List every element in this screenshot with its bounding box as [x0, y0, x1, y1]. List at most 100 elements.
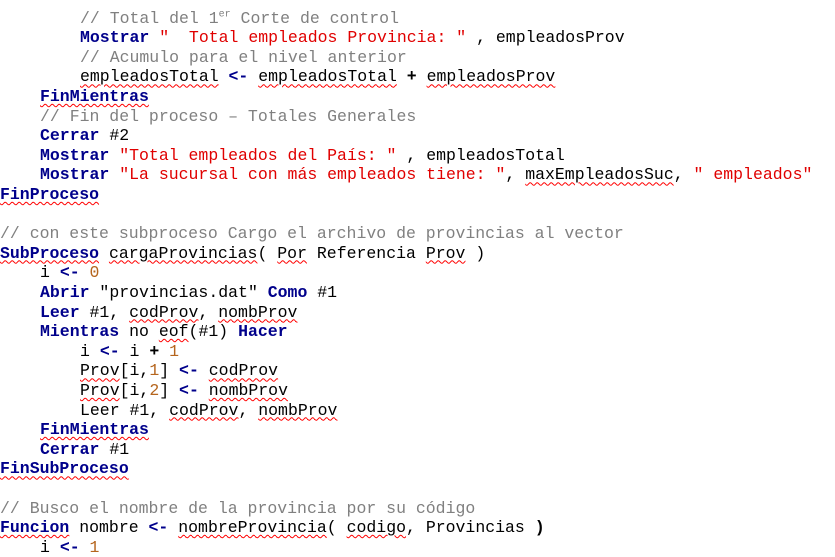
- string-token: "Total empleados del País: ": [109, 145, 397, 165]
- code-token: codProv: [208, 361, 279, 381]
- code-token: +: [149, 341, 160, 361]
- number-token: 1: [169, 341, 180, 361]
- code-line[interactable]: Funcion nombre <- nombreProvincia( codig…: [0, 518, 545, 538]
- code-line[interactable]: // Fin del proceso – Totales Generales: [40, 107, 416, 127]
- code-line[interactable]: Mostrar "La sucursal con más empleados t…: [40, 165, 812, 185]
- keyword-token: Funcion: [0, 518, 70, 538]
- code-token: #1: [99, 439, 130, 459]
- code-token: empleadosTotal: [426, 145, 565, 165]
- keyword-token: Mostrar: [40, 145, 110, 165]
- keyword-token: Abrir: [40, 282, 90, 302]
- code-token: cargaProvincias: [108, 243, 258, 263]
- code-token: [i,: [119, 361, 150, 381]
- code-line[interactable]: Mientras no eof(#1) Hacer: [40, 322, 288, 342]
- code-token: maxEmpleadosSuc: [525, 165, 674, 185]
- string-token: "La sucursal con más empleados tiene: ": [109, 165, 506, 185]
- code-line[interactable]: FinProceso: [0, 185, 99, 205]
- comment-token: // Busco el nombre de la provincia por s…: [0, 498, 476, 518]
- keyword-token: <-: [59, 537, 80, 557]
- code-editor[interactable]: // Total del 1er Corte de control Mostrar…: [0, 0, 835, 557]
- code-token: nombProv: [218, 302, 298, 322]
- code-line[interactable]: i <- 0: [40, 263, 99, 283]
- keyword-token: FinProceso: [0, 184, 100, 204]
- code-token: Por: [277, 243, 307, 263]
- code-line[interactable]: // Busco el nombre de la provincia por s…: [0, 499, 475, 519]
- code-token: nombProv: [258, 400, 338, 420]
- code-line[interactable]: // Total del 1er Corte de control: [80, 9, 399, 29]
- number-token: 1: [89, 537, 100, 557]
- code-token: [i,: [119, 380, 150, 400]
- code-line[interactable]: FinSubProceso: [0, 459, 129, 479]
- code-token: empleadosProv: [495, 28, 625, 48]
- code-token: empleadosProv: [426, 67, 556, 87]
- keyword-token: <-: [59, 263, 80, 283]
- comment-token: Corte de control: [230, 8, 399, 28]
- code-token: ): [465, 243, 486, 263]
- code-token: (#1): [188, 322, 239, 342]
- number-token: 0: [89, 263, 100, 283]
- code-token: i: [80, 341, 100, 361]
- keyword-token: Como: [267, 282, 308, 302]
- keyword-token: FinMientras: [40, 420, 149, 440]
- code-token: nombProv: [208, 380, 288, 400]
- code-line[interactable]: i <- 1: [40, 538, 99, 557]
- code-token: Referencia: [307, 243, 426, 263]
- keyword-token: FinMientras: [40, 86, 149, 106]
- code-line[interactable]: SubProceso cargaProvincias( Por Referenc…: [0, 244, 485, 264]
- code-token: Leer #1,: [80, 400, 170, 420]
- keyword-token: Mostrar: [80, 28, 150, 48]
- comment-token: // Fin del proceso – Totales Generales: [40, 106, 417, 126]
- code-token: , Provincias: [406, 518, 535, 538]
- code-token: codigo: [346, 518, 407, 538]
- number-token: 2: [149, 380, 160, 400]
- code-line[interactable]: Prov[i,2] <- nombProv: [80, 381, 288, 401]
- code-line[interactable]: Mostrar "Total empleados del País: " , e…: [40, 146, 565, 166]
- code-token: empleadosTotal: [258, 67, 397, 87]
- code-token: codProv: [129, 302, 199, 322]
- code-token: nombre: [69, 518, 149, 538]
- code-line[interactable]: // con este subproceso Cargo el archivo …: [0, 224, 624, 244]
- code-line[interactable]: FinMientras: [40, 420, 149, 440]
- string-token: " empleados": [693, 165, 813, 185]
- code-token: (: [257, 243, 278, 263]
- code-line[interactable]: i <- i + 1: [80, 342, 179, 362]
- code-line[interactable]: Cerrar #1: [40, 440, 129, 460]
- keyword-token: Hacer: [238, 322, 288, 342]
- code-token: "provincias.dat": [89, 282, 268, 302]
- code-token: ,: [198, 302, 219, 322]
- code-token: +: [406, 67, 417, 87]
- code-line[interactable]: Mostrar " Total empleados Provincia: " ,…: [80, 28, 625, 48]
- code-line[interactable]: empleadosTotal <- empleadosTotal + emple…: [80, 67, 555, 87]
- keyword-token: Leer: [40, 302, 80, 322]
- code-line[interactable]: Abrir "provincias.dat" Como #1: [40, 283, 337, 303]
- keyword-token: <-: [179, 361, 199, 381]
- code-token: ,: [466, 28, 496, 48]
- code-token: empleadosTotal: [80, 67, 219, 87]
- code-line[interactable]: FinMientras: [40, 87, 149, 107]
- comment-token: // con este subproceso Cargo el archivo …: [0, 224, 624, 244]
- code-token: ,: [238, 400, 259, 420]
- code-line[interactable]: // Acumulo para el nivel anterior: [80, 48, 407, 68]
- code-token: ,: [396, 145, 427, 165]
- code-token: ,: [673, 165, 694, 185]
- code-token: Prov: [425, 243, 466, 263]
- code-token: Prov: [80, 380, 120, 400]
- number-token: 1: [149, 361, 160, 381]
- code-token: no: [119, 322, 159, 342]
- string-token: " Total empleados Provincia: ": [149, 28, 467, 48]
- code-line[interactable]: Leer #1, codProv, nombProv: [40, 303, 297, 323]
- code-token: nombreProvincia: [178, 518, 327, 538]
- code-token: Prov: [80, 361, 120, 381]
- code-line[interactable]: Prov[i,1] <- codProv: [80, 361, 278, 381]
- code-line[interactable]: Leer #1, codProv, nombProv: [80, 401, 337, 421]
- code-line[interactable]: Cerrar #2: [40, 126, 129, 146]
- code-token: i: [40, 537, 60, 557]
- keyword-token: Cerrar: [40, 439, 100, 459]
